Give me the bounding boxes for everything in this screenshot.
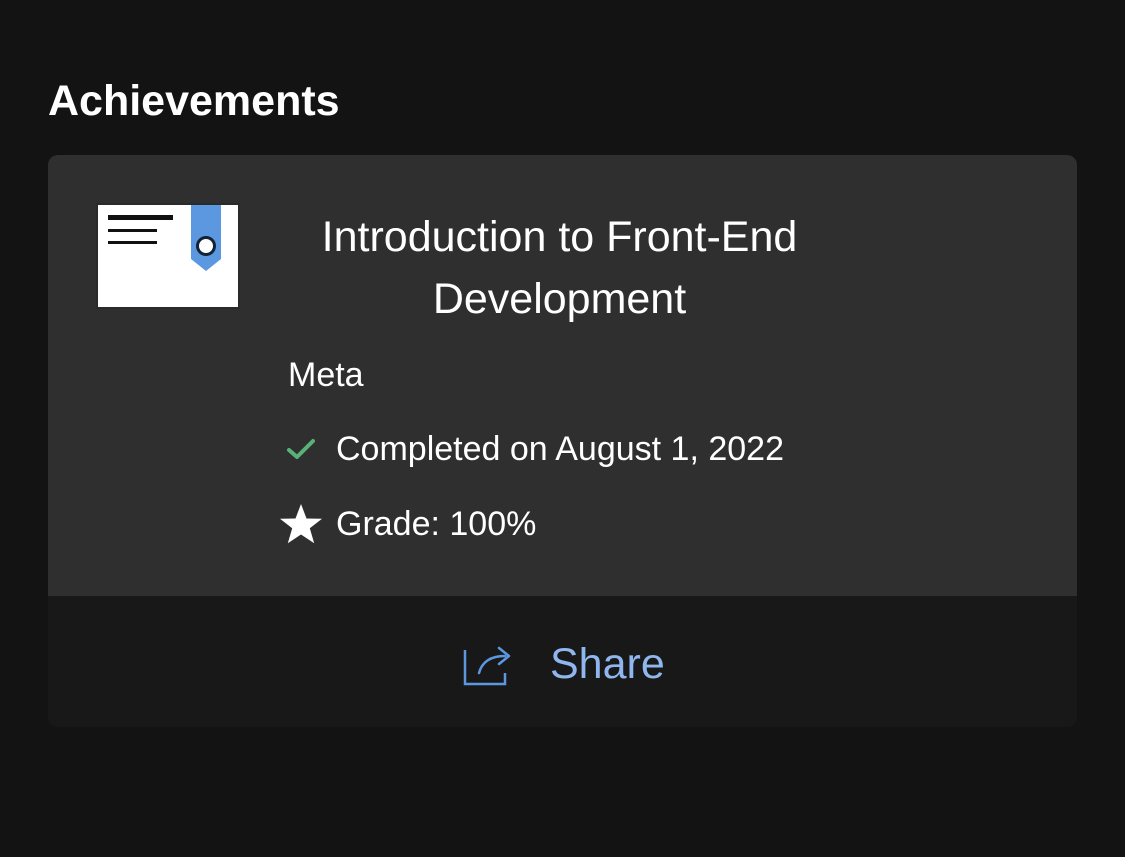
achievement-card-body: Introduction to Front-End Development Me… [48,155,1077,596]
completion-date: Completed on August 1, 2022 [336,430,784,468]
check-icon [287,439,315,459]
achievement-card: Introduction to Front-End Development Me… [48,155,1077,727]
course-title: Introduction to Front-End Development [321,213,798,323]
grade-value: Grade: 100% [336,505,537,543]
provider-name: Meta [288,356,364,394]
certificate-icon [96,203,240,309]
star-icon [280,504,322,544]
completion-status: Completed on August 1, 2022 [276,427,784,471]
share-button[interactable]: Share [462,634,665,694]
share-label: Share [550,640,665,688]
achievements-page: Achievements Introduction to Front-End D… [0,0,1125,857]
grade-row: Grade: 100% [276,502,536,546]
achievements-heading: Achievements [48,77,340,125]
share-icon [463,646,511,686]
share-footer: Share [48,596,1077,727]
